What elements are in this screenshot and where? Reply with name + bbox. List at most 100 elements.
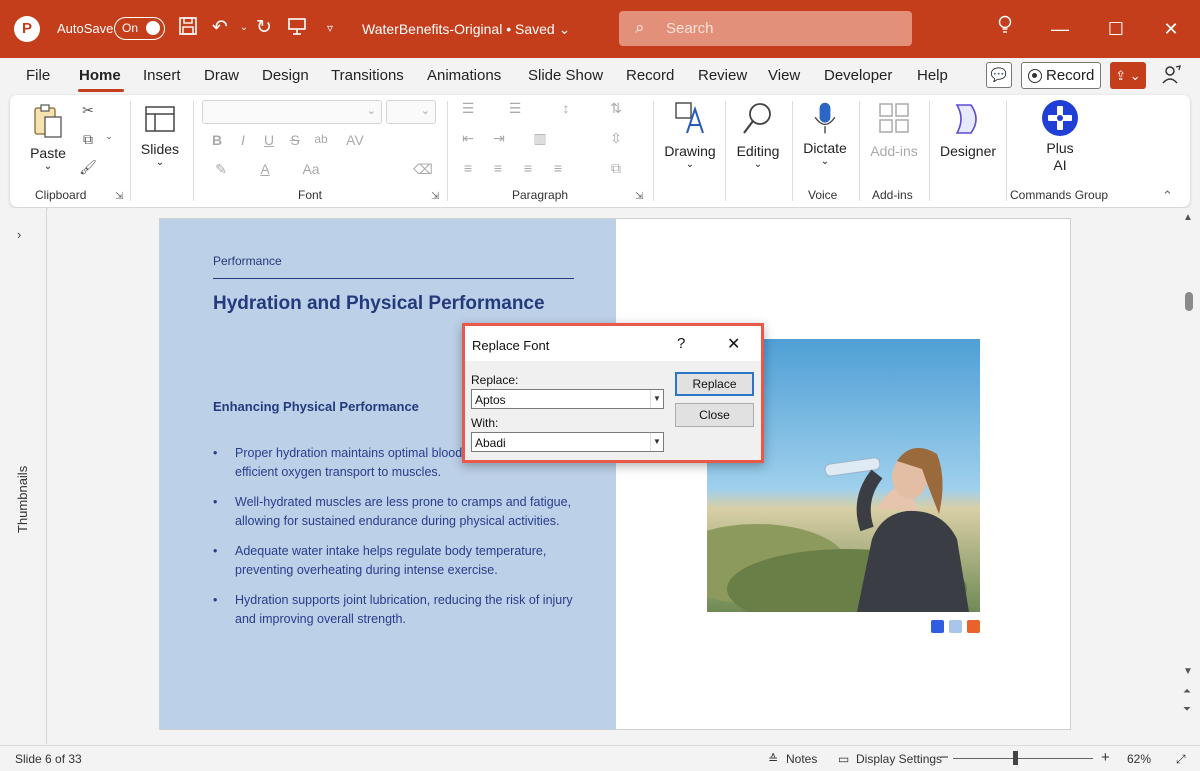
zoom-level[interactable]: 62% (1127, 752, 1151, 766)
share-icon[interactable]: ⇪ ⌄ (1110, 62, 1146, 89)
cut-icon[interactable]: ✂ (77, 102, 99, 119)
copy-dropdown-icon[interactable]: ⌄ (98, 131, 120, 142)
tab-file[interactable]: File (26, 67, 50, 84)
columns-icon[interactable]: ▥ (529, 130, 551, 147)
scroll-up-icon[interactable]: ▲ (1183, 212, 1193, 223)
editing-button[interactable]: Editing ⌄ (733, 101, 783, 170)
thumbnails-label[interactable]: Thumbnails (15, 466, 30, 533)
scroll-thumb[interactable] (1185, 292, 1193, 311)
search-box[interactable]: ⌕ Search (619, 11, 912, 46)
tab-design[interactable]: Design (262, 67, 309, 84)
slides-button[interactable]: Slides ⌄ (139, 103, 181, 168)
paste-button[interactable]: Paste ⌄ (30, 103, 66, 172)
comment-icon[interactable]: 💬 (986, 62, 1012, 88)
close-icon[interactable]: ✕ (1156, 14, 1186, 44)
editing-dropdown-icon[interactable]: ⌄ (733, 159, 783, 170)
slide-bullet-list[interactable]: Proper hydration maintains optimal blood… (213, 444, 573, 640)
with-font-select[interactable]: Abadi ▼ (471, 432, 664, 452)
align-left-icon[interactable]: ≡ (457, 160, 479, 176)
paste-dropdown-icon[interactable]: ⌄ (30, 161, 66, 172)
underline-icon[interactable]: U (258, 132, 280, 148)
align-center-icon[interactable]: ≡ (487, 160, 509, 176)
tab-slide-show[interactable]: Slide Show (528, 67, 603, 84)
tab-draw[interactable]: Draw (204, 67, 239, 84)
tab-transitions[interactable]: Transitions (331, 67, 404, 84)
bullets-icon[interactable]: ☰ (457, 100, 479, 117)
undo-icon[interactable]: ↶ (208, 16, 232, 40)
slide[interactable]: Performance Hydration and Physical Perfo… (159, 218, 1071, 730)
customize-icon[interactable]: ▿ (318, 16, 342, 40)
plus-ai-button[interactable]: Plus AI (1030, 99, 1090, 173)
clear-formatting-icon[interactable]: ab (310, 132, 332, 146)
highlight-icon[interactable]: ✎ (210, 161, 232, 178)
with-font-dropdown-icon[interactable]: ▼ (650, 433, 663, 451)
scroll-down-icon[interactable]: ▼ (1183, 666, 1193, 677)
zoom-slider-handle[interactable] (1013, 751, 1018, 765)
tab-home[interactable]: Home (79, 67, 121, 84)
character-spacing-icon[interactable]: AV (344, 132, 366, 148)
vertical-scrollbar[interactable]: ▲ ▼ ⏶ ⏷ (1178, 208, 1200, 744)
notes-button[interactable]: Notes (786, 752, 817, 766)
present-icon[interactable] (285, 16, 309, 40)
replace-font-select[interactable]: Aptos ▼ (471, 389, 664, 409)
tab-record[interactable]: Record (626, 67, 674, 84)
document-title[interactable]: WaterBenefits-Original • Saved ⌄ (362, 21, 570, 38)
font-size-box[interactable]: ⌄ (386, 100, 436, 124)
collapse-ribbon-icon[interactable]: ⌃ (1162, 188, 1173, 204)
bold-icon[interactable]: B (206, 132, 228, 148)
tab-insert[interactable]: Insert (143, 67, 181, 84)
dialog-close-icon[interactable]: ✕ (727, 334, 740, 354)
dictate-dropdown-icon[interactable]: ⌄ (799, 156, 851, 167)
previous-slide-icon[interactable]: ⏶ (1183, 686, 1191, 697)
font-color-icon[interactable]: A (254, 161, 276, 177)
align-right-icon[interactable]: ≡ (517, 160, 539, 176)
tab-review[interactable]: Review (698, 67, 747, 84)
italic-icon[interactable]: I (232, 132, 254, 148)
save-icon[interactable] (176, 16, 200, 40)
copilot-icon[interactable] (1160, 64, 1184, 88)
tab-help[interactable]: Help (917, 67, 948, 84)
display-settings-icon[interactable]: ▭ (838, 752, 849, 766)
notes-icon[interactable]: ≙ (768, 752, 778, 766)
slide-kicker[interactable]: Performance (213, 254, 282, 268)
designer-button[interactable]: Designer (937, 101, 999, 159)
numbering-icon[interactable]: ☰ (504, 100, 526, 117)
zoom-in-button[interactable]: + (1101, 749, 1110, 766)
smartart-icon[interactable]: ⧉ (605, 160, 627, 177)
tab-developer[interactable]: Developer (824, 67, 892, 84)
increase-indent-icon[interactable]: ⇥ (488, 130, 510, 147)
clipboard-launcher-icon[interactable]: ⇲ (115, 191, 123, 202)
help-icon[interactable]: ? (677, 335, 685, 352)
maximize-icon[interactable]: ☐ (1101, 14, 1131, 44)
tab-animations[interactable]: Animations (427, 67, 501, 84)
zoom-slider[interactable] (953, 758, 1093, 759)
close-button[interactable]: Close (675, 403, 754, 427)
text-direction-icon[interactable]: ⇅ (605, 100, 627, 117)
justify-icon[interactable]: ≡ (547, 160, 569, 176)
font-launcher-icon[interactable]: ⇲ (431, 191, 439, 202)
paragraph-launcher-icon[interactable]: ⇲ (635, 191, 643, 202)
next-slide-icon[interactable]: ⏷ (1183, 704, 1191, 715)
addins-button[interactable]: Add-ins (866, 101, 922, 159)
decrease-indent-icon[interactable]: ⇤ (457, 130, 479, 147)
line-spacing-icon[interactable]: ↕ (555, 100, 577, 116)
change-case-icon[interactable]: Aa (300, 161, 322, 177)
slide-headline[interactable]: Hydration and Physical Performance (213, 293, 545, 315)
autosave-toggle[interactable]: On (114, 17, 165, 40)
drawing-dropdown-icon[interactable]: ⌄ (662, 159, 718, 170)
zoom-out-button[interactable]: − (940, 749, 949, 766)
record-button[interactable]: Record (1021, 62, 1101, 89)
slide-subhead[interactable]: Enhancing Physical Performance (213, 399, 419, 414)
format-painter-icon[interactable]: 🖌 (77, 159, 99, 176)
fit-slide-icon[interactable]: ⤢ (1176, 752, 1186, 767)
align-text-icon[interactable]: ⇳ (605, 130, 627, 147)
minimize-icon[interactable]: — (1045, 14, 1075, 44)
strikethrough-icon[interactable]: S (284, 132, 306, 148)
expand-thumbnails-icon[interactable]: › (17, 227, 21, 242)
drawing-button[interactable]: Drawing ⌄ (662, 101, 718, 170)
dictate-button[interactable]: Dictate ⌄ (799, 101, 851, 167)
replace-button[interactable]: Replace (675, 372, 754, 396)
font-name-box[interactable]: ⌄ (202, 100, 382, 124)
copy-icon[interactable]: ⧉ (77, 131, 99, 148)
lightbulb-icon[interactable] (990, 14, 1020, 44)
